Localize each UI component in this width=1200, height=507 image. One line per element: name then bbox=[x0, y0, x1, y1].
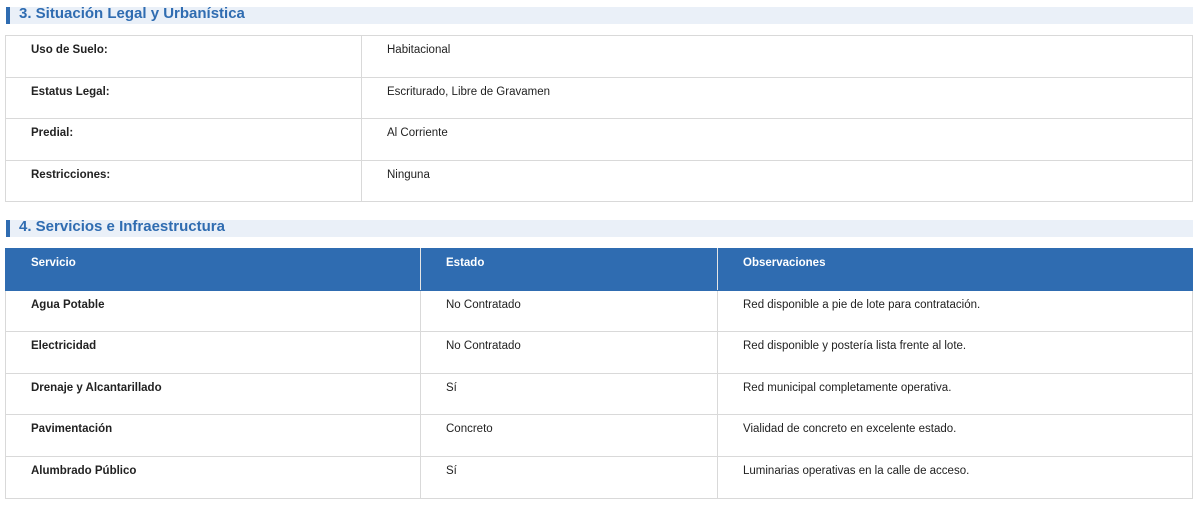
table-row: Estatus Legal: Escriturado, Libre de Gra… bbox=[5, 76, 1193, 120]
legal-status-table: Uso de Suelo: Habitacional Estatus Legal… bbox=[5, 35, 1193, 203]
service-status: No Contratado bbox=[420, 331, 718, 374]
column-header-notes: Observaciones bbox=[717, 248, 1193, 291]
table-row: Predial: Al Corriente bbox=[5, 118, 1193, 161]
service-notes: Red disponible y postería lista frente a… bbox=[717, 331, 1193, 374]
service-status: Sí bbox=[420, 372, 718, 416]
service-notes: Luminarias operativas en la calle de acc… bbox=[717, 455, 1193, 499]
row-label: Estatus Legal: bbox=[5, 76, 362, 120]
section-title: 3. Situación Legal y Urbanística bbox=[19, 5, 245, 22]
services-table: Servicio Estado Observaciones Agua Potab… bbox=[5, 248, 1193, 499]
service-status: Concreto bbox=[420, 414, 718, 457]
column-header-status: Estado bbox=[420, 248, 718, 291]
service-name: Agua Potable bbox=[5, 289, 421, 333]
table-row: Agua Potable No Contratado Red disponibl… bbox=[5, 289, 1193, 333]
row-value: Habitacional bbox=[361, 35, 1193, 78]
table-header-row: Servicio Estado Observaciones bbox=[5, 248, 1193, 291]
service-notes: Vialidad de concreto en excelente estado… bbox=[717, 414, 1193, 457]
service-name: Alumbrado Público bbox=[5, 455, 421, 499]
table-row: Electricidad No Contratado Red disponibl… bbox=[5, 331, 1193, 374]
table-row: Restricciones: Ninguna bbox=[5, 159, 1193, 203]
service-name: Pavimentación bbox=[5, 414, 421, 457]
column-header-service: Servicio bbox=[5, 248, 421, 291]
table-row: Pavimentación Concreto Vialidad de concr… bbox=[5, 414, 1193, 457]
row-label: Restricciones: bbox=[5, 159, 362, 203]
service-status: No Contratado bbox=[420, 289, 718, 333]
service-notes: Red municipal completamente operativa. bbox=[717, 372, 1193, 416]
row-label: Uso de Suelo: bbox=[5, 35, 362, 78]
row-value: Ninguna bbox=[361, 159, 1193, 203]
table-row: Uso de Suelo: Habitacional bbox=[5, 35, 1193, 78]
section-header-legal: 3. Situación Legal y Urbanística bbox=[6, 5, 1193, 24]
row-label: Predial: bbox=[5, 118, 362, 161]
section-title: 4. Servicios e Infraestructura bbox=[19, 218, 225, 235]
section-header-services: 4. Servicios e Infraestructura bbox=[6, 218, 1193, 237]
service-notes: Red disponible a pie de lote para contra… bbox=[717, 289, 1193, 333]
table-row: Drenaje y Alcantarillado Sí Red municipa… bbox=[5, 372, 1193, 416]
row-value: Al Corriente bbox=[361, 118, 1193, 161]
row-value: Escriturado, Libre de Gravamen bbox=[361, 76, 1193, 120]
service-status: Sí bbox=[420, 455, 718, 499]
table-row: Alumbrado Público Sí Luminarias operativ… bbox=[5, 455, 1193, 499]
service-name: Drenaje y Alcantarillado bbox=[5, 372, 421, 416]
service-name: Electricidad bbox=[5, 331, 421, 374]
